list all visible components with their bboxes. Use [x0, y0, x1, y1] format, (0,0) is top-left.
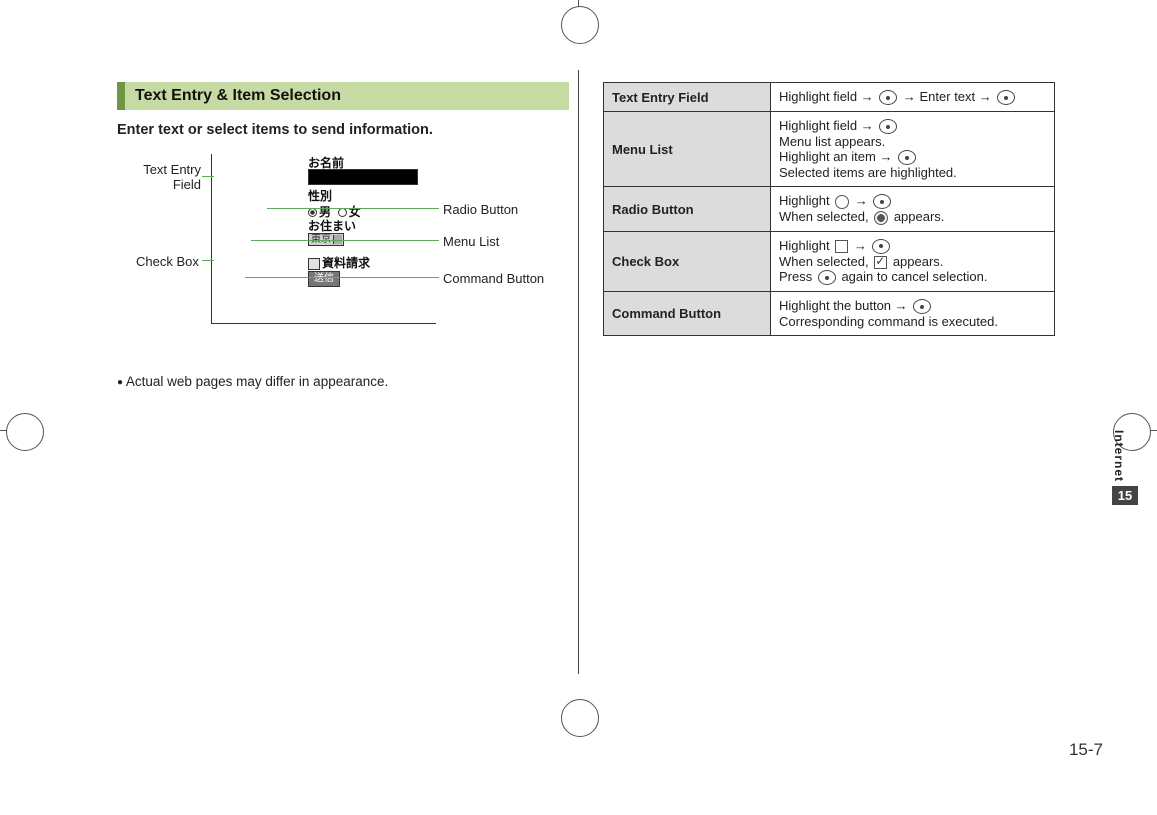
section-heading: Text Entry & Item Selection [117, 82, 569, 110]
ok-button-icon [818, 270, 836, 285]
table-row: Command Button Highlight the button → Co… [604, 292, 1055, 336]
address-label: お住まい [308, 217, 356, 234]
checkbox-on-icon [874, 256, 887, 269]
crop-mark [561, 6, 599, 44]
cell-desc: Highlight field → Menu list appears. Hig… [771, 112, 1055, 187]
checkbox-off-icon [835, 240, 848, 253]
ok-button-icon [879, 90, 897, 105]
ok-button-icon [873, 194, 891, 209]
checkbox-row: 資料請求 [308, 254, 370, 271]
leader-line [202, 176, 214, 177]
text-entry-field-box [308, 169, 418, 185]
leader-line [251, 240, 439, 241]
instruction-table: Text Entry Field Highlight field → → Ent… [603, 82, 1055, 336]
leader-line [267, 208, 439, 209]
cell-label: Command Button [604, 292, 771, 336]
crop-mark [6, 413, 44, 451]
sex-label: 性別 [308, 187, 332, 204]
radio-off-icon [835, 195, 849, 209]
cell-desc: Highlight field → → Enter text → [771, 83, 1055, 112]
note-text: Actual web pages may differ in appearanc… [117, 374, 569, 389]
cell-desc: Highlight → When selected, appears. [771, 187, 1055, 232]
table-row: Menu List Highlight field → Menu list ap… [604, 112, 1055, 187]
page: Text Entry & Item Selection Enter text o… [0, 0, 1157, 815]
cell-desc: Highlight → When selected, appears. Pres… [771, 231, 1055, 291]
column-divider [578, 70, 579, 674]
table-row: Radio Button Highlight → When selected, … [604, 187, 1055, 232]
page-number: 15-7 [1069, 740, 1103, 760]
left-column: Text Entry & Item Selection Enter text o… [117, 82, 569, 389]
callout-check-box: Check Box [136, 254, 199, 269]
leader-line [245, 277, 439, 278]
phone-screen: お名前 性別 男 女 お住まい 東京 資料請求 送信 [211, 154, 436, 324]
ok-button-icon [898, 150, 916, 165]
command-button-box: 送信 [308, 271, 340, 287]
checkbox-label: 資料請求 [322, 256, 370, 270]
callout-menu-list: Menu List [443, 234, 499, 249]
radio-icon [308, 208, 317, 217]
cell-label: Text Entry Field [604, 83, 771, 112]
table-row: Text Entry Field Highlight field → → Ent… [604, 83, 1055, 112]
right-column: Text Entry Field Highlight field → → Ent… [603, 82, 1055, 336]
cell-desc: Highlight the button → Corresponding com… [771, 292, 1055, 336]
lead-text: Enter text or select items to send infor… [117, 122, 569, 138]
callout-command-button: Command Button [443, 271, 544, 286]
cell-label: Menu List [604, 112, 771, 187]
form-diagram: お名前 性別 男 女 お住まい 東京 資料請求 送信 Text EntryFie… [117, 154, 569, 354]
side-tab-label: Internet [1112, 430, 1126, 482]
table-row: Check Box Highlight → When selected, app… [604, 231, 1055, 291]
side-tab-chapter: 15 [1112, 486, 1138, 505]
ok-button-icon [872, 239, 890, 254]
radio-icon [338, 208, 347, 217]
leader-line [202, 260, 214, 261]
crop-mark [561, 699, 599, 737]
radio-on-icon [874, 211, 888, 225]
ok-button-icon [879, 119, 897, 134]
cell-label: Radio Button [604, 187, 771, 232]
cell-label: Check Box [604, 231, 771, 291]
callout-radio-button: Radio Button [443, 202, 518, 217]
callout-text-entry: Text EntryField [113, 162, 201, 192]
ok-button-icon [997, 90, 1015, 105]
ok-button-icon [913, 299, 931, 314]
side-tab: Internet 15 [1112, 430, 1138, 505]
checkbox-icon [308, 258, 320, 270]
